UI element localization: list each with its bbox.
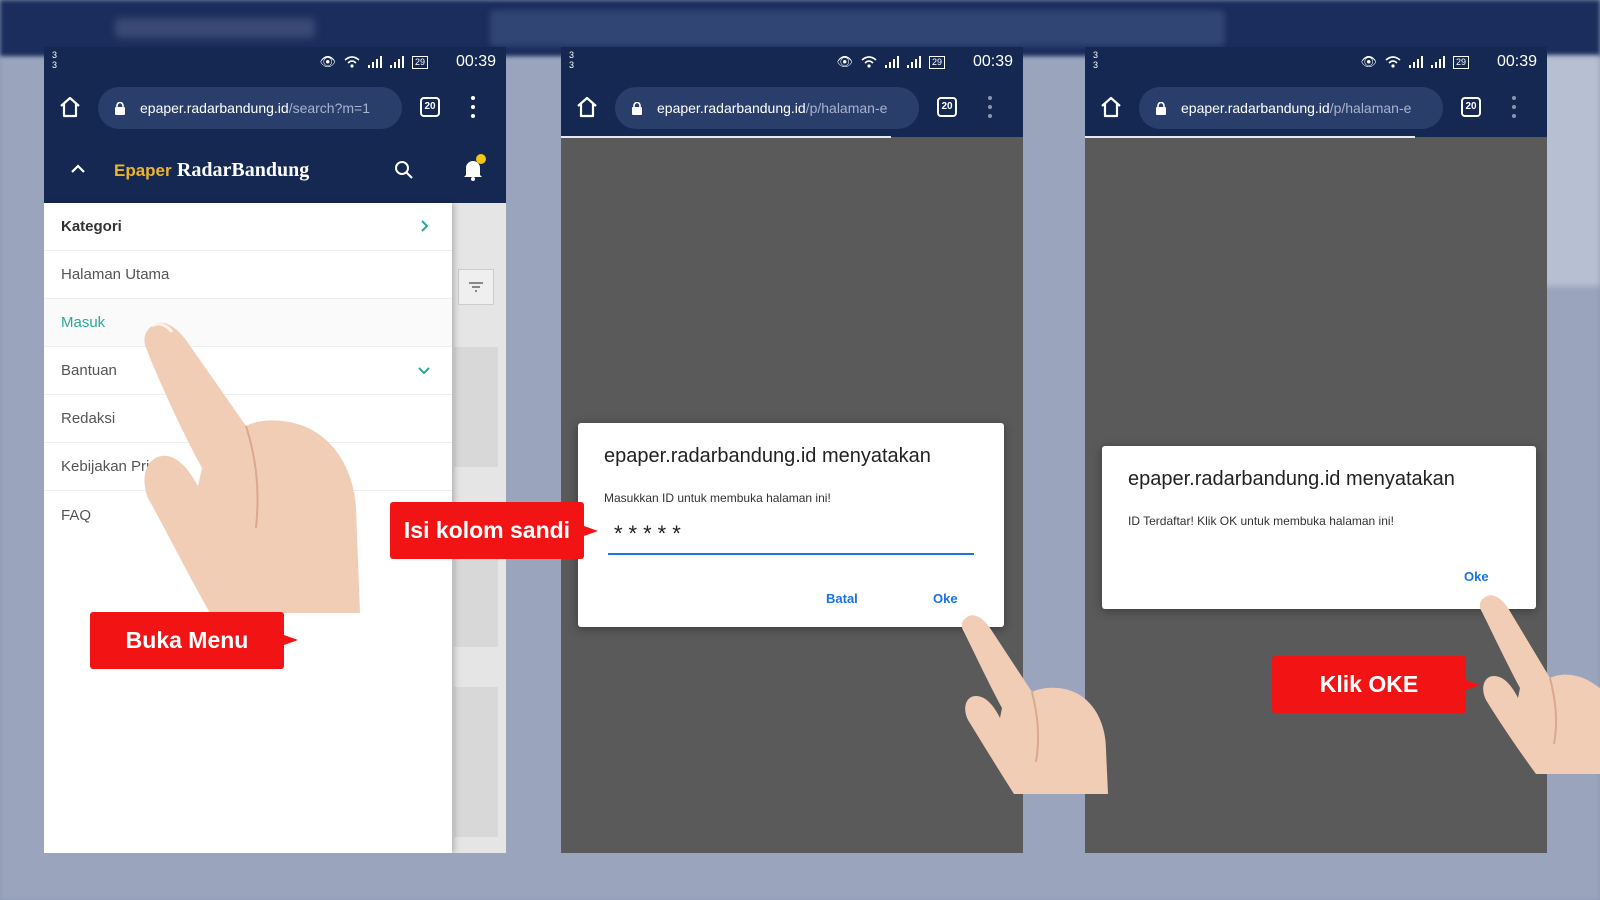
callout-fill-password: Isi kolom sandi: [390, 502, 584, 559]
browser-menu-icon[interactable]: [470, 96, 476, 118]
drawer-item-label: Bantuan: [61, 362, 117, 379]
callout-tail: [1466, 680, 1480, 690]
dialog-title: epaper.radarbandung.id menyatakan: [604, 445, 931, 467]
status-bar: 3 3 👁 29 00:39: [561, 47, 1023, 77]
filter-icon: [469, 282, 483, 292]
home-icon[interactable]: [58, 95, 82, 119]
battery-icon: 29: [1452, 55, 1469, 69]
drawer-item-kategori[interactable]: Kategori: [44, 203, 452, 251]
site-header: Epaper RadarBandung: [44, 137, 506, 203]
lock-icon: [115, 101, 125, 115]
page-load-progress: [561, 136, 891, 138]
status-icons: 👁 29: [319, 54, 428, 69]
notification-dot: [476, 154, 486, 164]
site-logo[interactable]: Epaper RadarBandung: [114, 159, 309, 182]
password-field[interactable]: *****: [608, 521, 974, 555]
status-icons: 👁 29: [1360, 54, 1469, 69]
clock: 00:39: [1496, 53, 1537, 70]
browser-menu-icon[interactable]: [1511, 96, 1517, 118]
password-dialog: epaper.radarbandung.id menyatakan Masukk…: [578, 423, 1004, 627]
wifi-icon: [1385, 56, 1401, 68]
eye-icon: 👁: [836, 54, 853, 69]
signal-icon: [884, 56, 899, 68]
callout-click-ok: Klik OKE: [1272, 656, 1466, 713]
dialog-message: Masukkan ID untuk membuka halaman ini!: [604, 491, 831, 505]
dialog-message: ID Terdaftar! Klik OK untuk membuka hala…: [1128, 514, 1394, 528]
eye-icon: 👁: [319, 54, 336, 69]
status-icons: 👁 29: [836, 54, 945, 69]
chevron-down-icon: [418, 367, 430, 375]
tab-switcher-button[interactable]: 20: [1461, 97, 1481, 117]
wifi-icon: [344, 56, 360, 68]
lock-icon: [632, 101, 642, 115]
signal-icon: [367, 56, 382, 68]
signal-icon: [389, 56, 404, 68]
drawer-item-label: Kategori: [61, 218, 122, 235]
chevron-right-icon: [421, 220, 429, 232]
behind-card: [454, 347, 498, 467]
ok-button[interactable]: Oke: [933, 591, 958, 606]
wifi-icon: [861, 56, 877, 68]
logo-epaper: Epaper: [114, 161, 172, 180]
status-bar: 3 3 👁 29 00:39: [1085, 47, 1547, 77]
logo-radarbandung: RadarBandung: [176, 159, 310, 181]
dialog-title: epaper.radarbandung.id menyatakan: [1128, 468, 1455, 490]
battery-icon: 29: [411, 55, 428, 69]
background-card: [1540, 56, 1600, 286]
ok-button[interactable]: Oke: [1464, 569, 1489, 584]
page-load-progress: [1085, 136, 1415, 138]
cancel-button[interactable]: Batal: [826, 591, 858, 606]
drawer-item-label: Redaksi: [61, 410, 116, 427]
url-host: epaper.radarbandung.id: [1181, 100, 1330, 116]
sim-indicator: 3 3: [569, 50, 575, 70]
browser-menu-icon[interactable]: [987, 96, 993, 118]
clock: 00:39: [972, 53, 1013, 70]
drawer-item-halaman-utama[interactable]: Halaman Utama: [44, 251, 452, 299]
sim-indicator: 3 3: [52, 50, 58, 70]
callout-tail: [284, 635, 298, 645]
url-path: /search?m=1: [288, 100, 371, 116]
url-host: epaper.radarbandung.id: [657, 100, 806, 116]
registered-dialog: epaper.radarbandung.id menyatakan ID Ter…: [1102, 446, 1536, 609]
signal-icon: [906, 56, 921, 68]
clock: 00:39: [455, 53, 496, 70]
callout-tail: [584, 526, 598, 536]
browser-toolbar: epaper.radarbandung.id/p/halaman-e 20: [561, 77, 1023, 137]
background-logo: [115, 18, 315, 38]
pointing-hand-icon: [1479, 595, 1600, 774]
battery-icon: 29: [928, 55, 945, 69]
browser-toolbar: epaper.radarbandung.id/search?m=1 20: [44, 77, 506, 137]
eye-icon: 👁: [1360, 54, 1377, 69]
home-icon[interactable]: [1099, 95, 1123, 119]
drawer-item-label: Masuk: [61, 314, 106, 331]
lock-icon: [1156, 101, 1166, 115]
home-icon[interactable]: [575, 95, 599, 119]
status-bar: 3 3 👁 29 00:39: [44, 47, 506, 77]
sim-indicator: 3 3: [1093, 50, 1099, 70]
url-path: /p/halaman-e: [805, 100, 888, 116]
behind-card: [454, 687, 498, 837]
browser-toolbar: epaper.radarbandung.id/p/halaman-e 20: [1085, 77, 1547, 137]
signal-icon: [1430, 56, 1445, 68]
address-bar[interactable]: epaper.radarbandung.id/p/halaman-e: [1139, 87, 1443, 129]
drawer-item-label: Halaman Utama: [61, 266, 170, 283]
url-host: epaper.radarbandung.id: [140, 100, 289, 116]
background-searchbar: [490, 10, 1225, 46]
chevron-up-icon[interactable]: [70, 161, 86, 177]
address-bar[interactable]: epaper.radarbandung.id/p/halaman-e: [615, 87, 919, 129]
drawer-item-label: FAQ: [61, 506, 92, 524]
callout-open-menu: Buka Menu: [90, 612, 284, 669]
search-icon[interactable]: [394, 160, 414, 180]
signal-icon: [1408, 56, 1423, 68]
tab-switcher-button[interactable]: 20: [937, 97, 957, 117]
url-path: /p/halaman-e: [1329, 100, 1412, 116]
pointing-hand-icon: [144, 322, 360, 613]
tab-switcher-button[interactable]: 20: [420, 97, 440, 117]
pointing-hand-icon: [961, 615, 1108, 794]
phone-screenshot-password: 3 3 👁 29 00:39 epaper.radarbandung.id/p/…: [561, 47, 1023, 853]
address-bar[interactable]: epaper.radarbandung.id/search?m=1: [98, 87, 402, 129]
